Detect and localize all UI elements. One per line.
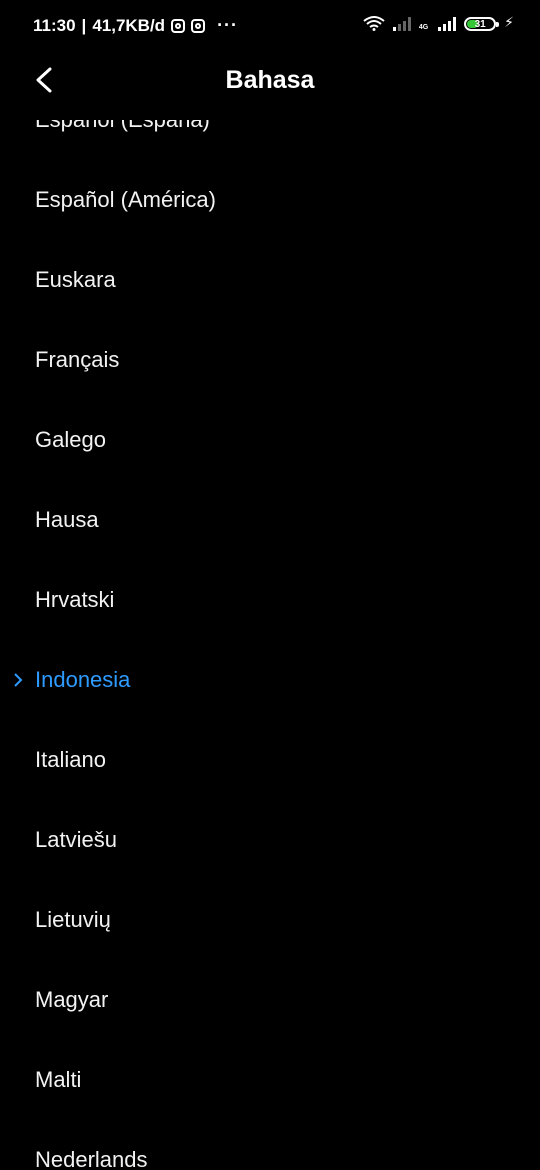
language-item[interactable]: Hrvatski [0,560,540,640]
language-item[interactable]: Malti [0,1040,540,1120]
language-label: Nederlands [35,1147,148,1170]
language-item[interactable]: Nederlands [0,1120,540,1170]
language-label: Galego [35,427,106,452]
language-label: Hrvatski [35,587,115,612]
language-label: Magyar [35,987,109,1012]
battery-icon: 31 [464,17,500,31]
instagram-icon [171,18,186,33]
language-item[interactable]: Latviešu [0,800,540,880]
language-list[interactable]: Español (España) Español (América) Euskara… [0,120,540,1170]
signal-sim2-icon [438,17,457,31]
language-list-content: Español (España) Español (América) Euskara… [0,120,540,1170]
language-item[interactable]: Galego [0,400,540,480]
selected-chevron-icon [14,673,23,687]
network-type-label: 4G [418,24,429,31]
language-item[interactable]: Hausa [0,480,540,560]
page-title: Bahasa [225,66,315,94]
language-item-selected[interactable]: Indonesia [0,640,540,720]
language-label: Lietuvių [35,907,111,932]
language-item[interactable]: Magyar [0,960,540,1040]
language-item[interactable]: Euskara [0,240,540,320]
language-label: Indonesia [35,667,131,692]
language-item[interactable]: Español (España) [0,120,540,160]
status-time: 11:30 [33,15,76,35]
status-right: 4G 31 ⚡ [363,14,514,31]
language-label: Hausa [35,507,99,532]
language-label: Latviešu [35,827,117,852]
status-net-speed: 41,7KB/d [92,15,166,35]
language-item[interactable]: Lietuvių [0,880,540,960]
language-item[interactable]: Français [0,320,540,400]
status-left: 11:30 | 41,7KB/d ··· [33,15,238,36]
language-label: Español (España) [35,120,210,133]
language-item[interactable]: Italiano [0,720,540,800]
top-bar: Bahasa [0,55,540,107]
signal-sim1-icon [392,17,411,31]
language-label: Français [35,347,120,372]
language-label: Euskara [35,267,116,292]
language-label: Español (América) [35,187,216,212]
charging-icon: ⚡ [504,14,514,30]
status-separator: | [81,15,87,35]
language-label: Italiano [35,747,106,772]
language-item[interactable]: Español (América) [0,160,540,240]
wifi-icon [363,16,385,31]
more-notifications-icon: ··· [217,15,239,35]
battery-level: 31 [474,18,486,30]
status-bar: 11:30 | 41,7KB/d ··· 4G 31 ⚡ [0,0,540,50]
language-label: Malti [35,1067,82,1092]
instagram-icon [191,18,206,33]
